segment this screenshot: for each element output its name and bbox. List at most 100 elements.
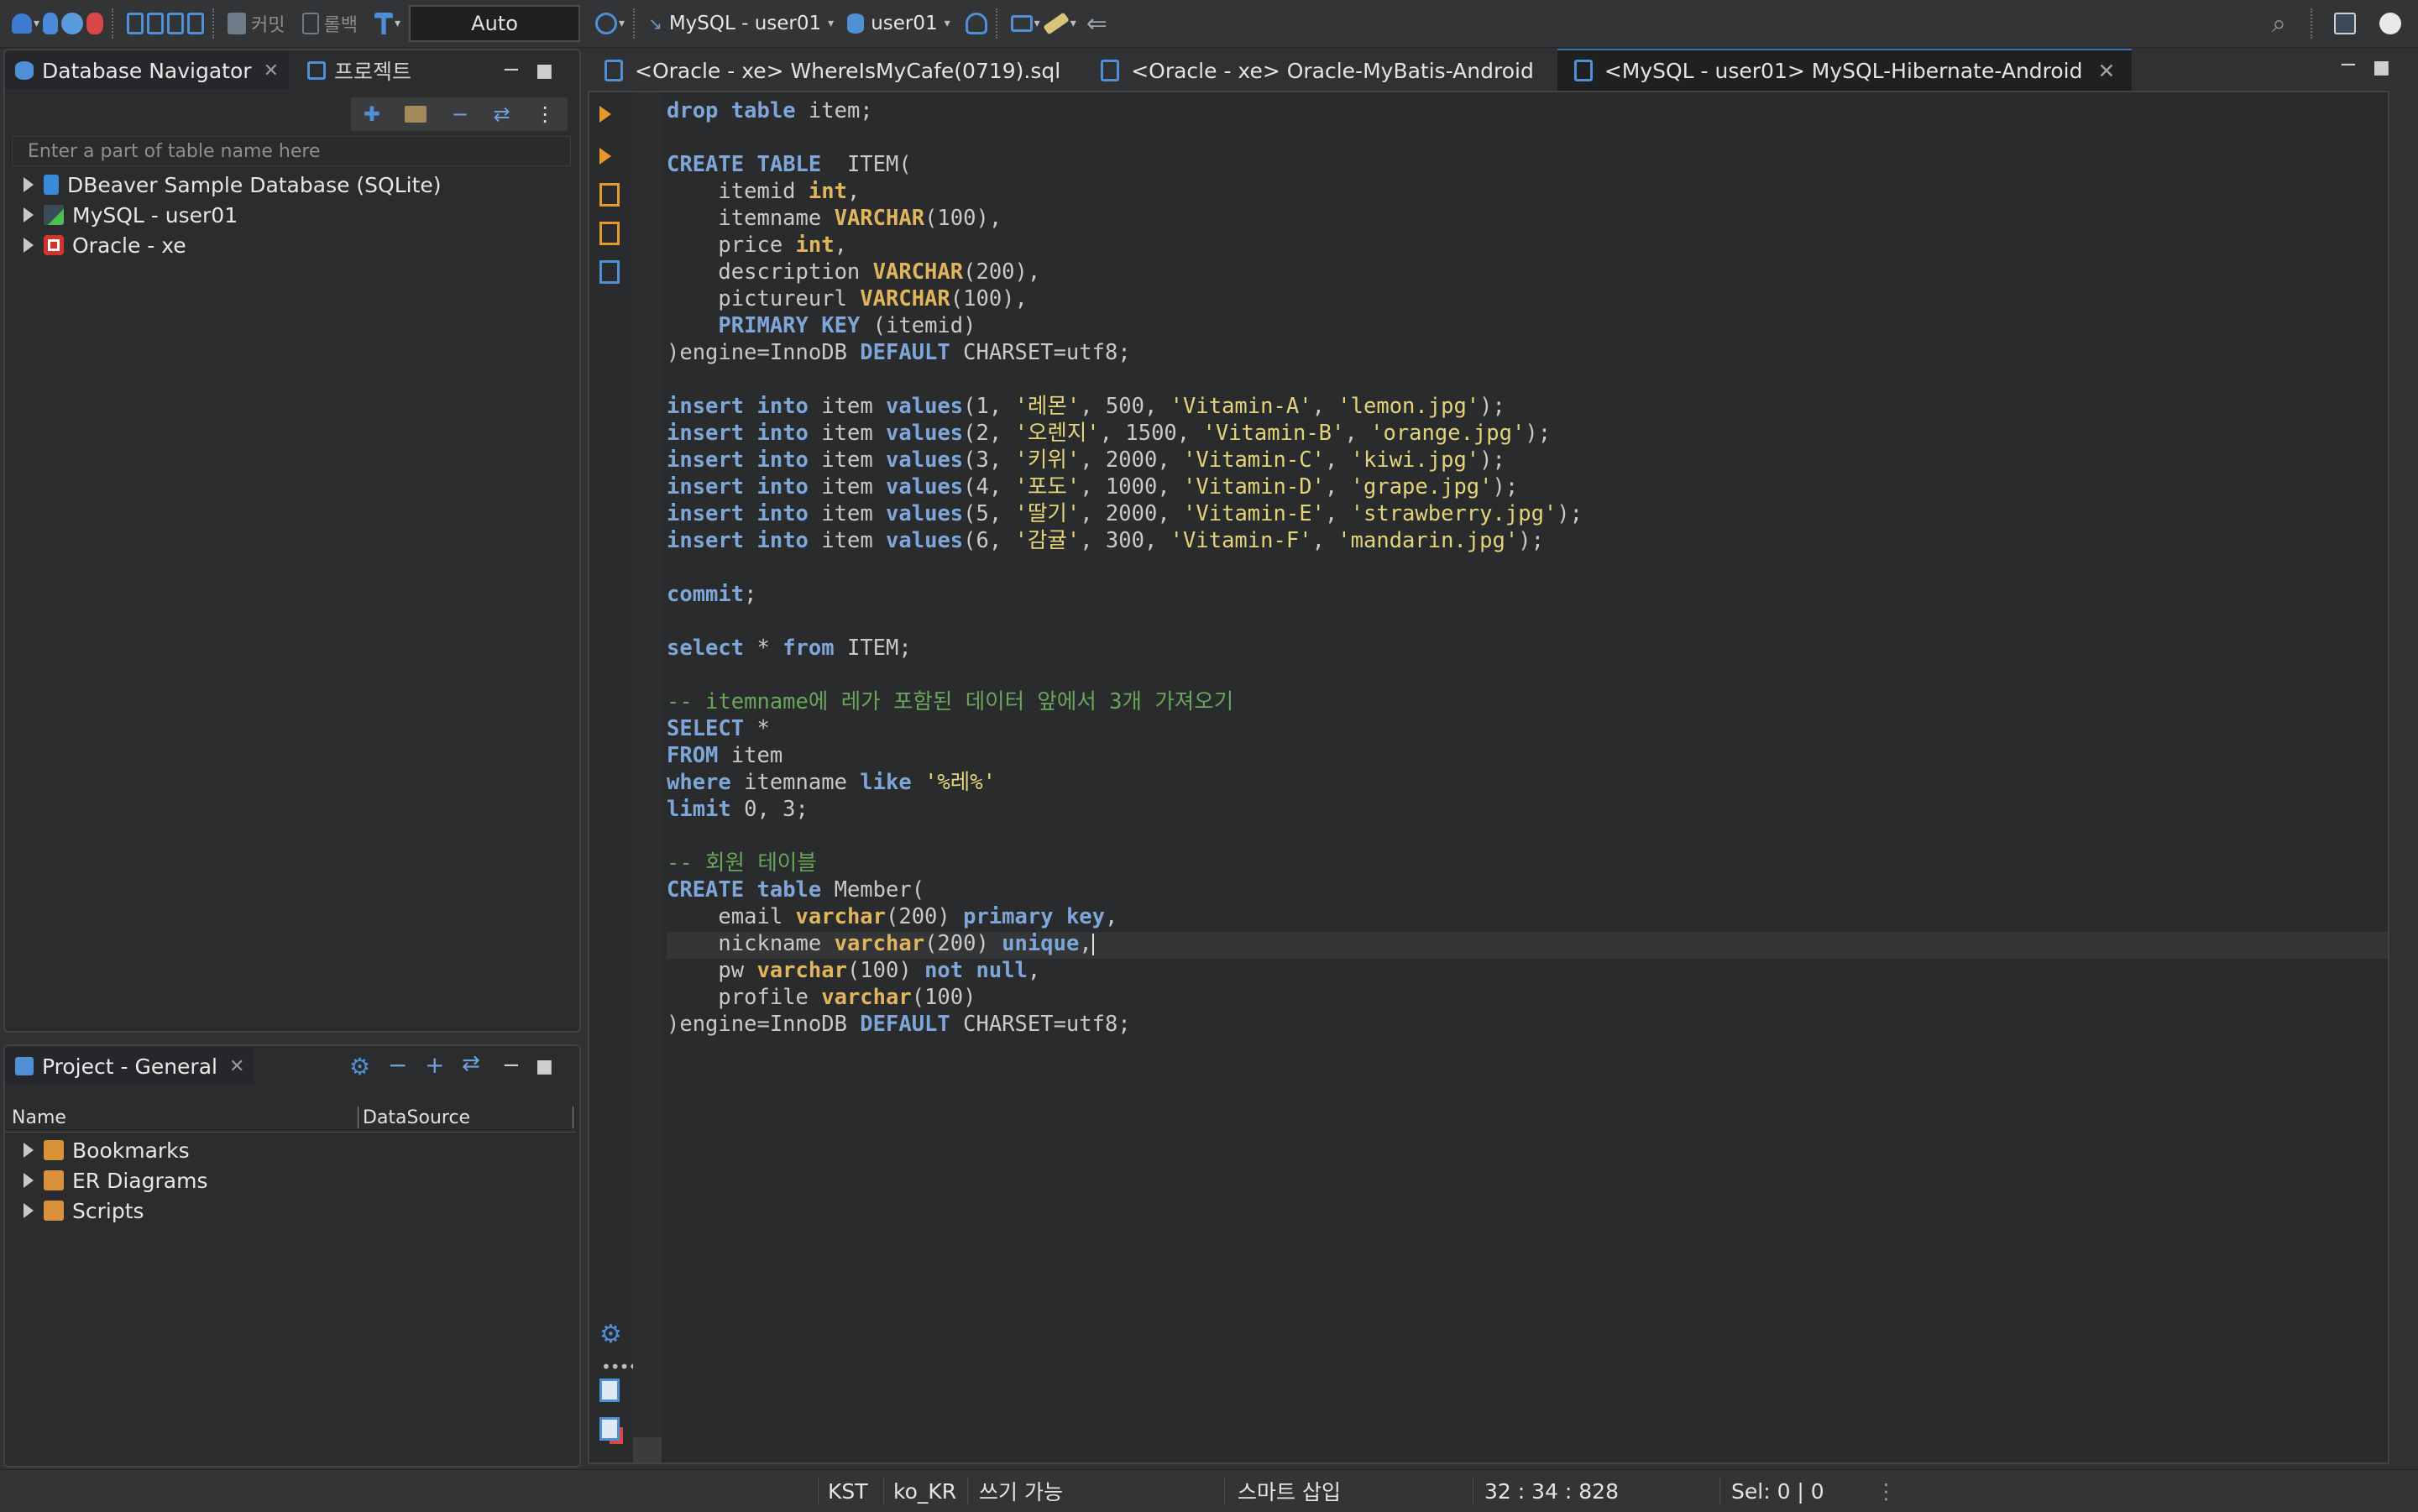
status-menu-icon[interactable]: ⋮: [1876, 1470, 1897, 1512]
code-line[interactable]: itemname VARCHAR(100),: [667, 205, 2388, 232]
sql-editor[interactable]: ⚙ •••• drop table item; CREATE TABLE ITEM…: [588, 91, 2389, 1464]
transaction-mode-selector[interactable]: Auto: [409, 5, 581, 42]
task-button[interactable]: ▾: [1042, 7, 1076, 40]
open-script-button[interactable]: [147, 7, 165, 40]
minimize-icon[interactable]: −: [502, 57, 521, 82]
datasource-selector[interactable]: ↘ MySQL - user01 ▾: [648, 7, 834, 40]
link-editor-icon[interactable]: ⇄: [494, 102, 510, 126]
tab-projects[interactable]: 프로젝트: [297, 52, 421, 89]
schema-selector[interactable]: user01 ▾: [847, 7, 950, 40]
code-line[interactable]: )engine=InnoDB DEFAULT CHARSET=utf8;: [667, 1011, 2388, 1038]
disconnect-button[interactable]: [86, 7, 104, 40]
close-icon[interactable]: ✕: [2098, 59, 2116, 83]
folder-icon[interactable]: [405, 106, 427, 123]
code-line[interactable]: drop table item;: [667, 97, 2388, 124]
tree-item-bookmarks[interactable]: Bookmarks: [24, 1135, 190, 1165]
tree-item-scripts[interactable]: Scripts: [24, 1195, 144, 1226]
code-line[interactable]: pw varchar(100) not null,: [667, 957, 2388, 984]
code-line[interactable]: CREATE TABLE ITEM(: [667, 151, 2388, 178]
expand-arrow-icon[interactable]: [24, 177, 34, 192]
code-line[interactable]: insert into item values(6, '감귤', 300, 'V…: [667, 527, 2388, 554]
code-line[interactable]: CREATE table Member(: [667, 876, 2388, 903]
recent-script-button[interactable]: [187, 7, 205, 40]
code-line[interactable]: where itemname like '%레%': [667, 769, 2388, 796]
rollback-button[interactable]: 롤백: [301, 7, 358, 40]
output-log-icon[interactable]: [599, 1379, 620, 1402]
column-divider[interactable]: [358, 1107, 359, 1128]
more-dots-icon[interactable]: ••••: [601, 1357, 638, 1377]
code-line[interactable]: limit 0, 3;: [667, 796, 2388, 823]
transaction-mode-button[interactable]: ▾: [374, 7, 400, 40]
expand-arrow-icon[interactable]: [24, 1173, 34, 1188]
code-line[interactable]: insert into item values(4, '포도', 1000, '…: [667, 473, 2388, 500]
code-line[interactable]: insert into item values(3, '키위', 2000, '…: [667, 447, 2388, 473]
new-connection-icon[interactable]: ✚: [364, 102, 380, 126]
collapse-all-icon[interactable]: −: [388, 1051, 407, 1079]
new-script-button[interactable]: [167, 7, 185, 40]
code-line[interactable]: itemid int,: [667, 178, 2388, 205]
view-menu-icon[interactable]: ⋮: [535, 102, 555, 126]
expand-arrow-icon[interactable]: [24, 1143, 34, 1158]
settings-gear-icon[interactable]: ⚙: [599, 1322, 623, 1347]
problems-log-icon[interactable]: [599, 1417, 620, 1441]
code-line[interactable]: -- itemname에 레가 포함된 데이터 앞에서 3개 가져오기: [667, 688, 2388, 715]
code-line[interactable]: FROM item: [667, 742, 2388, 769]
tree-item-dbeaver-sample[interactable]: DBeaver Sample Database (SQLite): [24, 170, 442, 200]
connect-button[interactable]: [43, 7, 59, 40]
code-line[interactable]: description VARCHAR(200),: [667, 259, 2388, 285]
code-line[interactable]: price int,: [667, 232, 2388, 259]
code-line[interactable]: pictureurl VARCHAR(100),: [667, 285, 2388, 312]
tab-project-general[interactable]: Project - General ✕: [5, 1048, 255, 1085]
code-line[interactable]: insert into item values(2, '오렌지', 1500, …: [667, 420, 2388, 447]
editor-tab-oracle-mybatis[interactable]: <Oracle - xe> Oracle-MyBatis-Android: [1084, 50, 1551, 91]
status-insert-mode[interactable]: 스마트 삽입: [1238, 1470, 1341, 1512]
expand-arrow-icon[interactable]: [24, 1203, 34, 1218]
explain-plan-icon[interactable]: [599, 260, 620, 284]
expand-arrow-icon[interactable]: [24, 238, 34, 253]
code-area[interactable]: drop table item; CREATE TABLE ITEM( itemi…: [667, 97, 2388, 1462]
minimize-icon[interactable]: −: [502, 1053, 521, 1078]
code-line[interactable]: select * from ITEM;: [667, 635, 2388, 662]
execute-script-icon[interactable]: [599, 183, 620, 207]
status-cursor-position[interactable]: 32 : 34 : 828: [1484, 1470, 1619, 1512]
code-line[interactable]: )engine=InnoDB DEFAULT CHARSET=utf8;: [667, 339, 2388, 366]
close-icon[interactable]: ✕: [264, 60, 279, 81]
tree-item-er-diagrams[interactable]: ER Diagrams: [24, 1165, 207, 1195]
execute-statement-icon[interactable]: [599, 106, 611, 123]
code-line[interactable]: [667, 608, 2388, 635]
dbeaver-perspective-button[interactable]: [2379, 7, 2401, 40]
execute-new-tab-icon[interactable]: [599, 148, 611, 165]
maximize-icon[interactable]: ■: [536, 1056, 553, 1077]
tools-button[interactable]: ▾: [1010, 7, 1040, 40]
close-icon[interactable]: ✕: [229, 1056, 244, 1077]
code-line[interactable]: SELECT *: [667, 715, 2388, 742]
code-line[interactable]: insert into item values(1, '레몬', 500, 'V…: [667, 393, 2388, 420]
code-line[interactable]: [667, 662, 2388, 688]
horizontal-scroll-marker[interactable]: [633, 1437, 662, 1462]
reconnect-button[interactable]: [61, 7, 84, 40]
editor-tab-whereismycafe[interactable]: <Oracle - xe> WhereIsMyCafe(0719).sql: [588, 50, 1077, 91]
code-line[interactable]: insert into item values(5, '딸기', 2000, '…: [667, 500, 2388, 527]
search-button[interactable]: ⌕: [2272, 7, 2286, 40]
sql-editor-button[interactable]: [127, 7, 144, 40]
editor-tab-mysql-hibernate[interactable]: <MySQL - user01> MySQL-Hibernate-Android…: [1557, 49, 2133, 91]
dashboard-button[interactable]: [965, 7, 987, 40]
maximize-icon[interactable]: ■: [536, 60, 553, 81]
column-header-datasource[interactable]: DataSource: [363, 1103, 470, 1132]
code-line[interactable]: -- 회원 테이블: [667, 850, 2388, 876]
open-perspective-button[interactable]: [2334, 7, 2356, 40]
add-icon[interactable]: +: [425, 1051, 444, 1079]
minimize-icon[interactable]: −: [2339, 52, 2358, 77]
link-editor-icon[interactable]: ⇄: [462, 1051, 480, 1076]
tab-database-navigator[interactable]: Database Navigator ✕: [5, 52, 289, 89]
new-connection-button[interactable]: ▾: [12, 7, 39, 40]
navigate-back-button[interactable]: ⇐: [1086, 7, 1107, 40]
code-line[interactable]: nickname varchar(200) unique,: [667, 930, 2388, 957]
execute-script-new-tab-icon[interactable]: [599, 222, 620, 245]
code-line[interactable]: [667, 124, 2388, 151]
code-line[interactable]: email varchar(200) primary key,: [667, 903, 2388, 930]
expand-arrow-icon[interactable]: [24, 207, 34, 222]
maximize-icon[interactable]: ■: [2373, 57, 2390, 78]
code-line[interactable]: commit;: [667, 581, 2388, 608]
collapse-all-icon[interactable]: −: [452, 102, 468, 126]
